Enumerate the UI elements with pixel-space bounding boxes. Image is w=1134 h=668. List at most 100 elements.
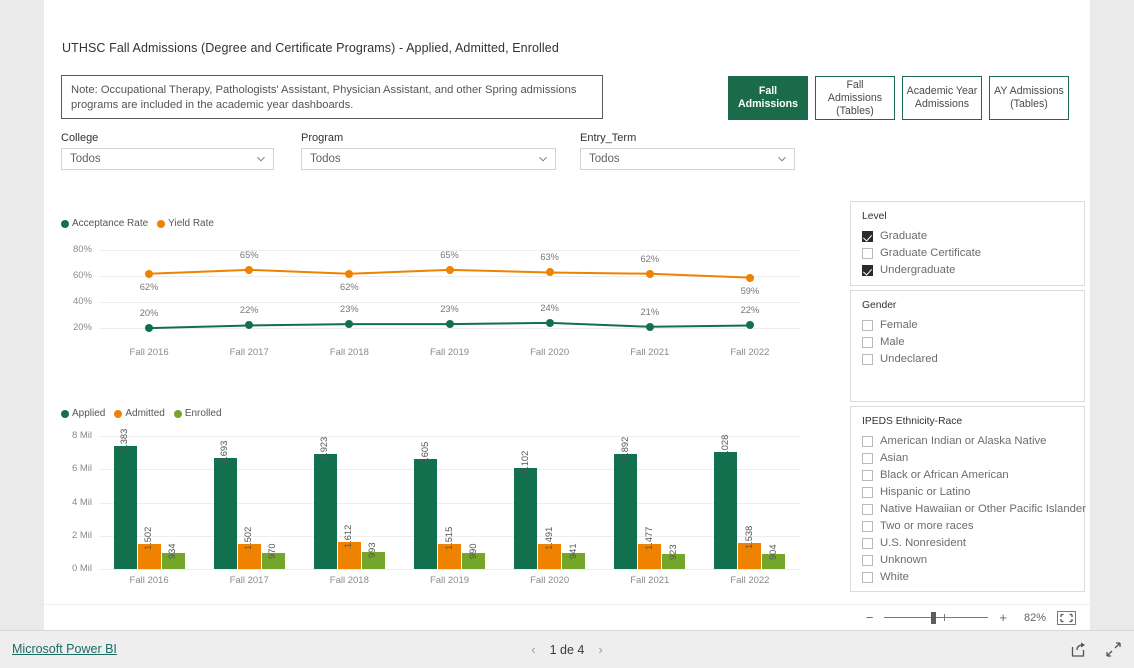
zoom-slider-thumb[interactable] <box>931 611 937 624</box>
y-axis-tick-label: 4 Mil <box>71 496 92 508</box>
legend-item[interactable]: Applied <box>61 408 105 419</box>
bar[interactable] <box>714 452 738 569</box>
checkbox-unchecked-icon[interactable] <box>862 452 873 464</box>
filter-option[interactable]: Male <box>862 334 1073 350</box>
bar[interactable] <box>614 454 638 569</box>
data-label: 21% <box>640 306 660 317</box>
filter-option[interactable]: Graduate Certificate <box>862 245 1073 261</box>
powerbi-report-viewer: UTHSC Fall Admissions (Degree and Certif… <box>0 0 1134 668</box>
tab-2[interactable]: Academic Year Admissions <box>902 76 982 120</box>
checkbox-unchecked-icon[interactable] <box>862 353 873 365</box>
filter-option[interactable]: Black or African American <box>862 467 1073 483</box>
data-point[interactable] <box>645 322 654 331</box>
bar[interactable] <box>414 459 437 569</box>
zoom-slider[interactable] <box>884 611 989 624</box>
report-canvas: UTHSC Fall Admissions (Degree and Certif… <box>44 0 1090 630</box>
data-point[interactable] <box>445 265 454 274</box>
admissions-bar-chart: Applied Admitted Enrolled 0 Mil 2 Mil 4 Mil 6 … <box>61 408 806 593</box>
legend-item[interactable]: Admitted <box>114 408 165 419</box>
data-point[interactable] <box>745 273 754 282</box>
data-point[interactable] <box>645 269 654 278</box>
report-footer: Microsoft Power BI ‹ 1 de 4 › <box>0 630 1134 668</box>
bar-value-label: 1.491 <box>543 526 554 551</box>
filter-option[interactable]: Native Hawaiian or Other Pacific Islande… <box>862 501 1086 517</box>
slicer-value: Todos <box>310 153 341 165</box>
page-indicator: 1 de 4 <box>549 642 585 657</box>
bar[interactable] <box>313 453 337 569</box>
next-page-button[interactable]: › <box>598 642 602 657</box>
filter-option[interactable]: Asian <box>862 450 1073 466</box>
filter-option-label: Graduate Certificate <box>880 247 982 259</box>
filter-option[interactable]: Unknown <box>862 552 1073 568</box>
legend-item[interactable]: Enrolled <box>173 408 222 419</box>
checkbox-unchecked-icon[interactable] <box>862 336 873 348</box>
slicer-1: Program Todos <box>301 132 556 170</box>
checkbox-unchecked-icon[interactable] <box>862 247 873 259</box>
checkbox-unchecked-icon[interactable] <box>862 435 873 447</box>
bar-value-label: 7.028 <box>719 434 730 459</box>
line-series-paths <box>149 268 750 330</box>
chevron-down-icon <box>538 154 547 163</box>
tab-3[interactable]: AY Admissions (Tables) <box>989 76 1069 120</box>
filter-card-1: Gender Female Male Undeclared <box>850 290 1085 402</box>
fullscreen-icon[interactable] <box>1105 641 1122 658</box>
checkbox-unchecked-icon[interactable] <box>862 571 873 583</box>
filter-option[interactable]: Undergraduate <box>862 262 1073 278</box>
tab-label: Fall Admissions (Tables) <box>827 78 883 117</box>
x-axis-tick-label: Fall 2020 <box>530 575 570 586</box>
tab-0[interactable]: Fall Admissions <box>728 76 808 120</box>
bar-chart-legend: Applied Admitted Enrolled <box>61 408 222 419</box>
slicer-label: Entry_Term <box>580 132 637 144</box>
tab-1[interactable]: Fall Admissions (Tables) <box>815 76 895 120</box>
bar[interactable] <box>213 457 237 569</box>
x-axis-tick-label: Fall 2018 <box>329 347 369 358</box>
filter-option[interactable]: White <box>862 569 1073 585</box>
x-axis-tick-label: Fall 2021 <box>630 575 670 586</box>
legend-swatch <box>114 409 123 418</box>
bar-value-label: 904 <box>767 544 778 560</box>
data-point[interactable] <box>145 269 154 278</box>
data-point[interactable] <box>445 320 454 329</box>
checkbox-unchecked-icon[interactable] <box>862 520 873 532</box>
share-icon[interactable] <box>1070 641 1087 658</box>
checkbox-unchecked-icon[interactable] <box>862 469 873 481</box>
tab-label: Fall Admissions <box>737 85 799 110</box>
slicer-dropdown[interactable]: Todos <box>580 148 795 170</box>
filter-option[interactable]: Two or more races <box>862 518 1073 534</box>
slicer-dropdown[interactable]: Todos <box>301 148 556 170</box>
data-point[interactable] <box>545 318 554 327</box>
bar-value-label: 970 <box>267 543 278 559</box>
bar-value-label: 934 <box>167 543 178 560</box>
prev-page-button[interactable]: ‹ <box>531 642 535 657</box>
zoom-in-button[interactable]: + <box>999 611 1007 624</box>
filter-option[interactable]: U.S. Nonresident <box>862 535 1073 551</box>
data-label: 59% <box>740 285 760 296</box>
slicer-label: College <box>61 132 99 144</box>
zoom-out-button[interactable]: − <box>866 611 874 624</box>
checkbox-unchecked-icon[interactable] <box>862 554 873 566</box>
checkbox-unchecked-icon[interactable] <box>862 503 873 515</box>
checkbox-checked-icon[interactable] <box>862 264 873 276</box>
bar[interactable] <box>514 467 538 569</box>
x-axis-tick-label: Fall 2019 <box>429 347 470 358</box>
x-axis-tick-label: Fall 2017 <box>229 347 269 358</box>
filter-option[interactable]: American Indian or Alaska Native <box>862 433 1073 449</box>
bar[interactable] <box>113 446 137 569</box>
fit-to-page-icon[interactable] <box>1057 610 1076 625</box>
checkbox-unchecked-icon[interactable] <box>862 319 873 331</box>
filter-option[interactable]: Female <box>862 317 1073 333</box>
bar-value-label: 923 <box>667 544 678 560</box>
filter-option[interactable]: Hispanic or Latino <box>862 484 1073 500</box>
checkbox-unchecked-icon[interactable] <box>862 486 873 498</box>
filter-option[interactable]: Undeclared <box>862 351 1073 367</box>
slicer-0: College Todos <box>61 132 274 170</box>
filter-title: Level <box>862 211 887 222</box>
data-label: 24% <box>540 302 559 313</box>
x-axis-tick-label: Fall 2019 <box>429 575 470 586</box>
checkbox-unchecked-icon[interactable] <box>862 537 873 549</box>
note-box: Note: Occupational Therapy, Pathologists… <box>61 75 603 119</box>
filter-option[interactable]: Graduate <box>862 228 1073 244</box>
slicer-dropdown[interactable]: Todos <box>61 148 274 170</box>
checkbox-checked-icon[interactable] <box>862 230 873 242</box>
rates-line-chart: Acceptance Rate Yield Rate 20% 40% 60% 80% 20%… <box>61 218 806 363</box>
